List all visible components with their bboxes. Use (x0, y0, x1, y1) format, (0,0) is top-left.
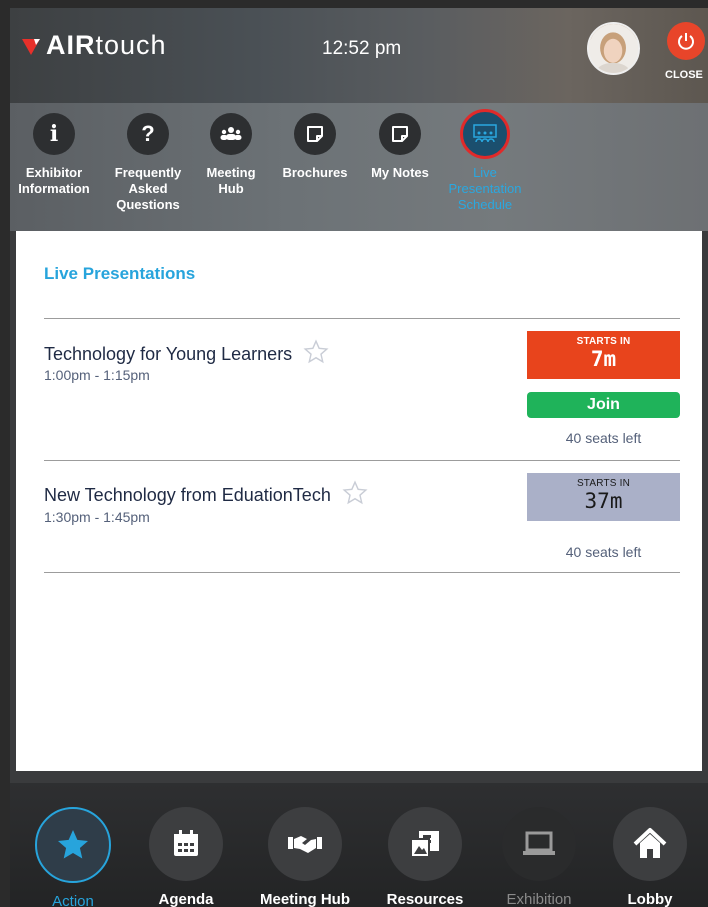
clock: 12:52 pm (322, 38, 402, 59)
nav-label: Agenda (158, 891, 214, 907)
nav-label: Exhibition (506, 891, 572, 907)
panel-title: Live Presentations (44, 264, 196, 283)
star-icon (35, 807, 111, 883)
nav-action[interactable]: Action (18, 807, 128, 907)
session-time: 1:00pm - 1:15pm (44, 367, 150, 383)
nav-agenda[interactable]: Agenda (131, 807, 241, 907)
tool-meeting-hub[interactable]: Meeting Hub (186, 113, 276, 197)
tool-label: Meeting Hub (206, 165, 256, 196)
session-title: New Technology from EduationTech (44, 480, 368, 506)
session-title: Technology for Young Learners (44, 339, 329, 365)
nav-label: Resources (386, 891, 464, 907)
brand-logo: AIRtouch (20, 30, 167, 61)
tool-faq[interactable]: ? Frequently Asked Questions (103, 113, 193, 213)
nav-label: Lobby (627, 891, 673, 907)
tool-live-presentation-schedule[interactable]: Live Presentation Schedule (440, 109, 530, 213)
close-label: CLOSE (665, 69, 703, 81)
starts-in-label: STARTS IN (576, 336, 631, 347)
nav-lobby[interactable]: Lobby (595, 807, 705, 907)
logo-mark-icon (22, 38, 40, 55)
home-icon (613, 807, 687, 881)
bottom-nav: Action Agenda Meeting Hub Resources Exhi… (10, 783, 708, 907)
user-photo-icon (589, 24, 638, 73)
note-icon (379, 113, 421, 155)
laptop-icon (502, 807, 576, 881)
question-icon: ? (127, 113, 169, 155)
tool-brochures[interactable]: Brochures (270, 113, 360, 181)
nav-meeting-hub[interactable]: Meeting Hub (250, 807, 360, 907)
tool-label: Live Presentation Schedule (448, 165, 522, 212)
power-icon (678, 33, 694, 50)
live-presentations-panel: Live Presentations Technology for Young … (16, 231, 702, 771)
app-window: AIRtouch 12:52 pm CLOSE i Exhibitor Info… (10, 8, 708, 907)
tool-label: Frequently Asked Questions (114, 165, 182, 212)
starts-in-value: 37m (584, 489, 623, 513)
seats-left: 40 seats left (565, 430, 642, 446)
nav-resources[interactable]: Resources (370, 807, 480, 907)
note-icon (294, 113, 336, 155)
divider (44, 460, 680, 461)
starts-in-label: STARTS IN (576, 478, 631, 489)
avatar[interactable] (587, 22, 640, 75)
top-bar: AIRtouch 12:52 pm CLOSE (10, 8, 708, 103)
nav-exhibition[interactable]: Exhibition (484, 807, 594, 907)
divider (44, 318, 680, 319)
resources-icon (388, 807, 462, 881)
starts-in-badge: STARTS IN 7m (527, 331, 680, 379)
tool-exhibitor-information[interactable]: i Exhibitor Information (10, 113, 99, 197)
favorite-star-icon[interactable] (303, 339, 329, 365)
favorite-star-icon[interactable] (342, 480, 368, 506)
tool-label: Brochures (282, 165, 348, 180)
join-button[interactable]: Join (527, 392, 680, 418)
seats-left: 40 seats left (565, 544, 642, 560)
calendar-icon (149, 807, 223, 881)
starts-in-value: 7m (590, 347, 617, 371)
session-row: New Technology from EduationTech 1:30pm … (44, 473, 680, 573)
nav-label: Action (52, 893, 94, 907)
exhibitor-toolbar: i Exhibitor Information ? Frequently Ask… (10, 103, 708, 231)
info-icon: i (33, 113, 75, 155)
brand-name: AIRtouch (46, 30, 167, 60)
session-time: 1:30pm - 1:45pm (44, 509, 150, 525)
divider (44, 572, 680, 573)
tool-label: My Notes (371, 165, 429, 180)
tool-my-notes[interactable]: My Notes (355, 113, 445, 181)
close-button[interactable] (667, 22, 705, 60)
session-row: Technology for Young Learners 1:00pm - 1… (44, 331, 680, 461)
handshake-icon (268, 807, 342, 881)
starts-in-badge: STARTS IN 37m (527, 473, 680, 521)
people-icon (210, 113, 252, 155)
presentation-icon (460, 109, 510, 159)
tool-label: Exhibitor Information (18, 165, 90, 196)
nav-label: Meeting Hub (260, 891, 350, 907)
